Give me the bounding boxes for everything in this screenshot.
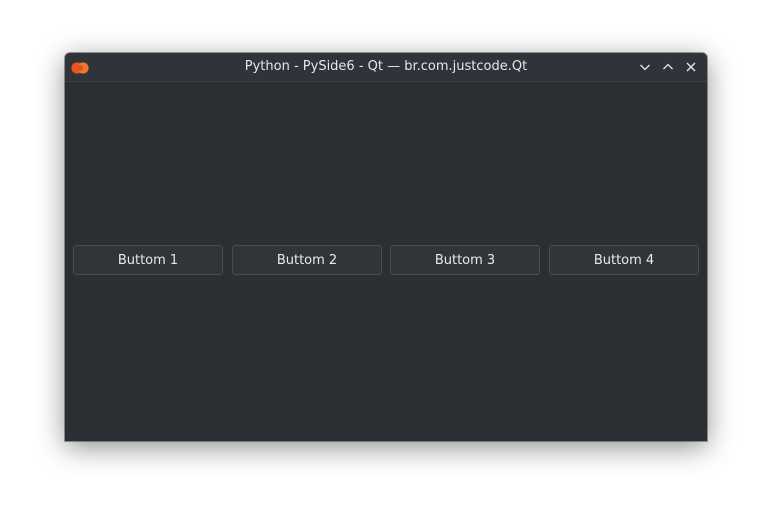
title-bar[interactable]: Python - PySide6 - Qt — br.com.justcode.… (65, 53, 707, 82)
app-window: Python - PySide6 - Qt — br.com.justcode.… (65, 53, 707, 441)
button-3[interactable]: Buttom 3 (390, 245, 540, 275)
minimize-icon[interactable] (636, 58, 654, 76)
window-title: Python - PySide6 - Qt — br.com.justcode.… (244, 59, 528, 74)
button-2[interactable]: Buttom 2 (232, 245, 382, 275)
button-1[interactable]: Buttom 1 (73, 245, 223, 275)
close-icon[interactable] (682, 58, 700, 76)
button-4[interactable]: Buttom 4 (549, 245, 699, 275)
main-content: Buttom 1 Buttom 2 Buttom 3 Buttom 4 (65, 82, 707, 441)
maximize-icon[interactable] (659, 58, 677, 76)
